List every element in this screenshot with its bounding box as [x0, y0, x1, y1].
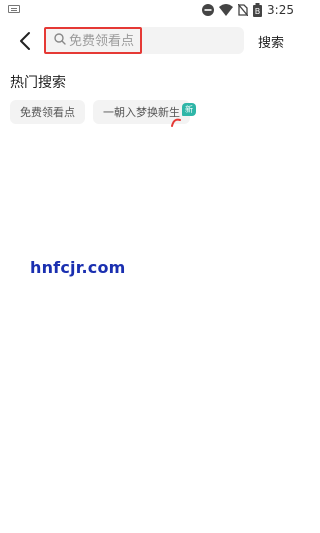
- battery-level-label: B: [255, 7, 261, 16]
- search-input[interactable]: [69, 31, 229, 51]
- dnd-icon: [202, 4, 215, 16]
- battery-icon: B: [253, 3, 263, 17]
- search-icon: [54, 33, 66, 45]
- top-bar: 搜索: [0, 26, 300, 56]
- keyboard-icon: [8, 5, 20, 13]
- search-box[interactable]: [44, 27, 244, 54]
- status-right: B 3:25: [202, 2, 294, 18]
- hot-search-tags: 免费领看点 一朝入梦换新生 新: [10, 100, 196, 124]
- back-button[interactable]: [14, 30, 36, 52]
- tag-label: 免费领看点: [20, 106, 75, 119]
- hot-search-tag[interactable]: 免费领看点: [10, 100, 85, 124]
- status-left: [8, 5, 20, 13]
- status-time: 3:25: [267, 3, 294, 17]
- search-button[interactable]: 搜索: [258, 32, 284, 51]
- hot-search-title: 热门搜索: [10, 75, 66, 91]
- watermark-text: hnfcjr.com: [30, 258, 126, 277]
- new-badge: 新: [182, 103, 196, 116]
- chevron-left-icon: [20, 32, 30, 50]
- tag-label: 一朝入梦换新生: [103, 106, 180, 119]
- no-sim-icon: [238, 4, 249, 16]
- wifi-icon: [219, 4, 234, 16]
- pull-tab-icon: [171, 118, 181, 127]
- status-bar: B 3:25: [0, 0, 300, 20]
